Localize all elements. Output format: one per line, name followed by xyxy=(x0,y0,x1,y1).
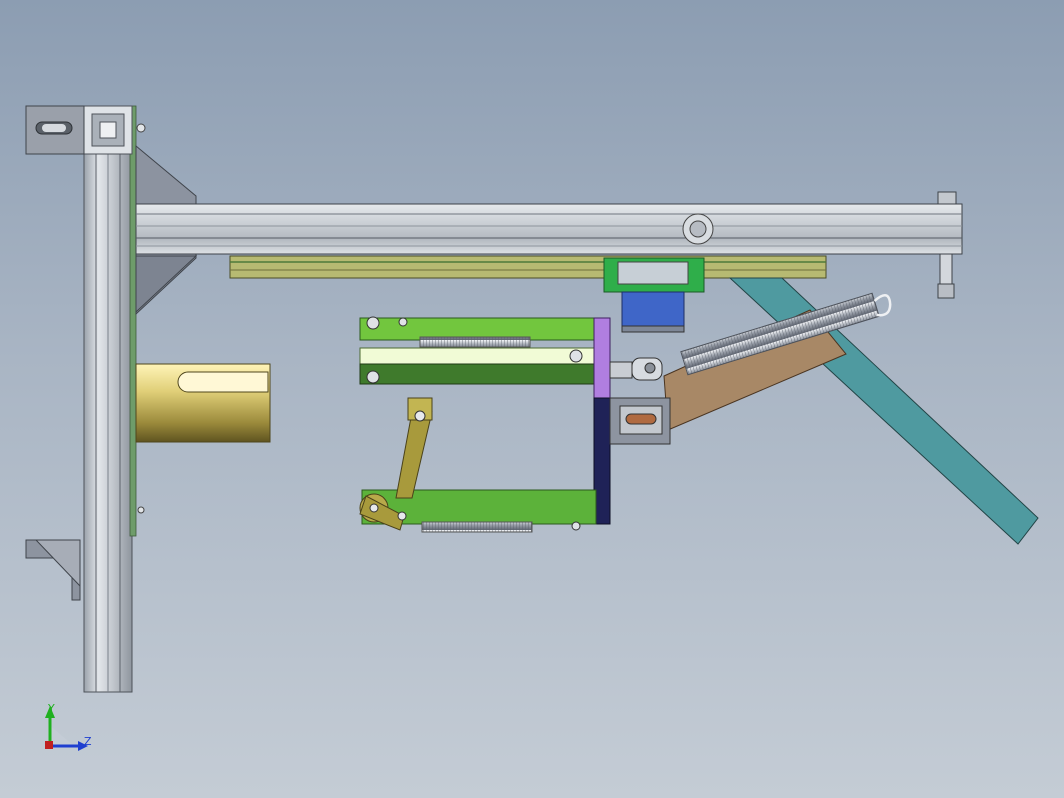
upper-spring xyxy=(419,336,531,348)
lower-spring xyxy=(421,521,533,533)
y-axis-label: Y xyxy=(47,702,55,715)
slider-carriage xyxy=(603,257,705,333)
bottom-angle-bracket xyxy=(25,539,81,601)
horizontal-profile-beam xyxy=(135,191,963,255)
assembly-drawing: Y Z xyxy=(25,105,1039,751)
linear-guide-rail xyxy=(229,255,827,279)
slotted-sleeve xyxy=(135,363,271,443)
clamp-block xyxy=(609,397,671,445)
spring-connector xyxy=(609,357,663,381)
coordinate-triad: Y Z xyxy=(45,702,92,751)
end-bolt xyxy=(937,253,955,299)
z-axis-label: Z xyxy=(84,735,92,748)
cad-viewport[interactable]: Y Z xyxy=(0,0,1064,798)
top-mount-bracket xyxy=(25,105,85,155)
teal-diagonal-bar xyxy=(728,277,1039,545)
upper-gripper-arm xyxy=(359,316,609,385)
